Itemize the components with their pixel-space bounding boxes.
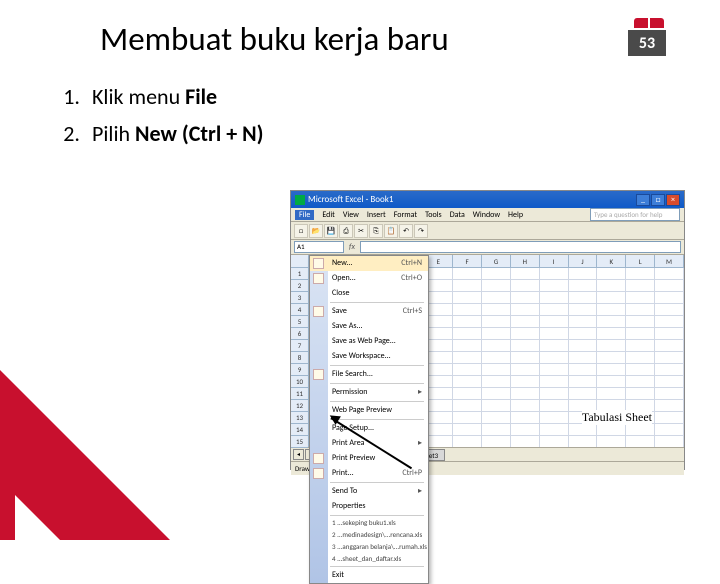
print-icon[interactable]: ⎙: [339, 224, 353, 238]
menu-item[interactable]: Print Preview: [310, 451, 428, 466]
menu-help[interactable]: Help: [508, 210, 523, 220]
menu-tools[interactable]: Tools: [425, 210, 442, 220]
paste-icon[interactable]: 📋: [384, 224, 398, 238]
logo-icon: 53: [628, 18, 670, 60]
formula-input[interactable]: [360, 241, 681, 253]
list-item: 1. Klik menu File: [50, 80, 670, 113]
formula-bar[interactable]: A1 fx: [291, 240, 684, 255]
standard-toolbar[interactable]: □ 📂 💾 ⎙ ✂ ⎘ 📋 ↶ ↷: [291, 222, 684, 240]
annotation-label: Tabulasi Sheet: [582, 410, 652, 425]
menu-item[interactable]: Properties: [310, 499, 428, 514]
cut-icon[interactable]: ✂: [354, 224, 368, 238]
help-search-input[interactable]: Type a question for help: [590, 208, 680, 221]
fx-icon[interactable]: fx: [346, 242, 358, 252]
menu-item[interactable]: New...Ctrl+N: [310, 256, 428, 271]
menu-data[interactable]: Data: [450, 210, 465, 220]
open-icon[interactable]: 📂: [309, 224, 323, 238]
menu-item[interactable]: Save As...: [310, 319, 428, 334]
menu-view[interactable]: View: [343, 210, 359, 220]
menu-insert[interactable]: Insert: [367, 210, 386, 220]
slide-title: Membuat buku kerja baru: [100, 19, 449, 59]
menu-item[interactable]: File Search...: [310, 367, 428, 382]
menu-file[interactable]: File: [295, 210, 314, 220]
menu-item-exit[interactable]: Exit: [310, 568, 428, 583]
maximize-button[interactable]: □: [651, 194, 665, 206]
menu-window[interactable]: Window: [473, 210, 500, 220]
minimize-button[interactable]: _: [636, 194, 650, 206]
copy-icon[interactable]: ⎘: [369, 224, 383, 238]
new-icon[interactable]: □: [294, 224, 308, 238]
name-box[interactable]: A1: [294, 241, 344, 253]
menu-edit[interactable]: Edit: [322, 210, 335, 220]
decorative-triangle: [0, 360, 180, 540]
menu-format[interactable]: Format: [394, 210, 417, 220]
menu-item[interactable]: Permission▸: [310, 385, 428, 400]
menu-item[interactable]: SaveCtrl+S: [310, 304, 428, 319]
menu-item[interactable]: Send To▸: [310, 484, 428, 499]
annotation-arrow: [331, 417, 426, 419]
menu-item[interactable]: Open...Ctrl+O: [310, 271, 428, 286]
menu-item[interactable]: Save Workspace...: [310, 349, 428, 364]
window-titlebar: Microsoft Excel - Book1 _ □ ×: [291, 191, 684, 208]
list-item: 2. Pilih New (Ctrl + N): [50, 117, 670, 150]
menu-item[interactable]: Web Page Preview: [310, 403, 428, 418]
excel-screenshot: Microsoft Excel - Book1 _ □ × File Edit …: [290, 190, 685, 470]
menu-item[interactable]: Save as Web Page...: [310, 334, 428, 349]
menu-item[interactable]: Page Setup...: [310, 421, 428, 436]
save-icon[interactable]: 💾: [324, 224, 338, 238]
excel-icon: [295, 195, 305, 205]
instruction-list: 1. Klik menu File 2. Pilih New (Ctrl + N…: [0, 70, 720, 150]
close-button[interactable]: ×: [666, 194, 680, 206]
menu-item[interactable]: Close: [310, 286, 428, 301]
row-headers[interactable]: 123456789101112131415: [291, 255, 309, 447]
redo-icon[interactable]: ↷: [414, 224, 428, 238]
menu-bar[interactable]: File Edit View Insert Format Tools Data …: [291, 208, 684, 222]
undo-icon[interactable]: ↶: [399, 224, 413, 238]
tab-nav-first[interactable]: ◂: [293, 449, 304, 460]
